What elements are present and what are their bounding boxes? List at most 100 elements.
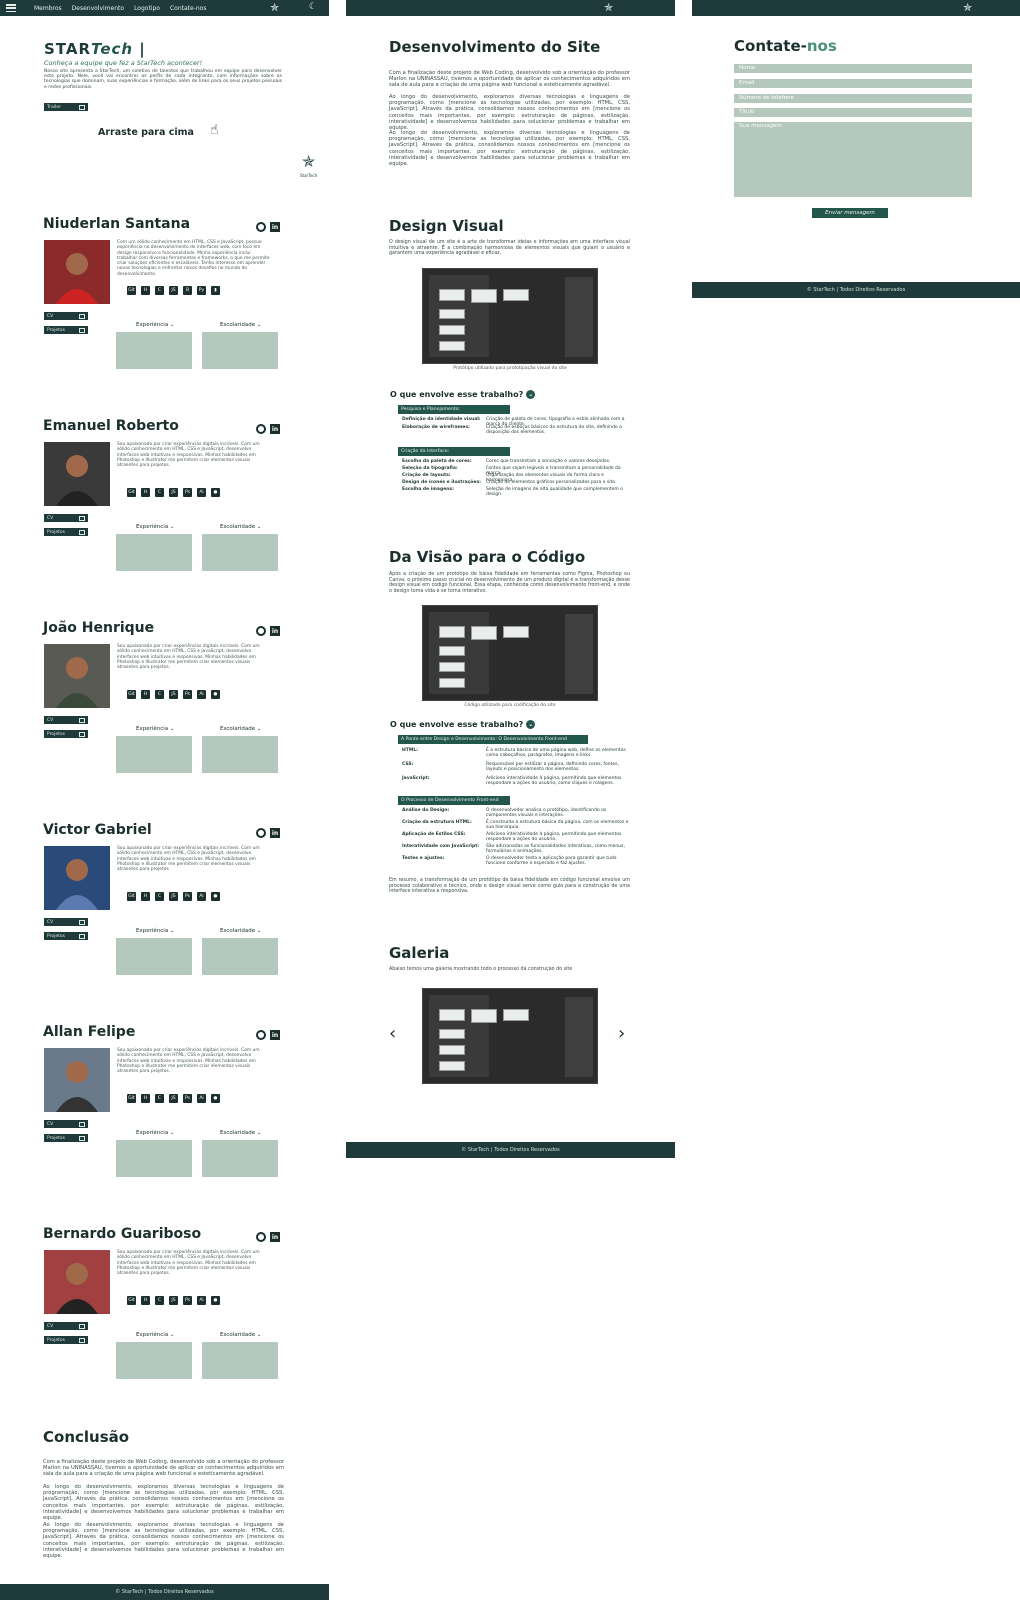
table-row: JavaScript: Adiciona interatividade à pág… [402,776,631,786]
projects-button[interactable]: Projetos [44,1336,88,1344]
table-row: Criação da estrutura HTML: É construída a… [402,820,631,830]
chevron-down-icon[interactable]: ⌄ [526,720,536,729]
cv-button[interactable]: CV [44,1120,88,1128]
star-logo-icon[interactable]: ✯ [270,1,279,14]
menu-icon[interactable] [6,4,16,12]
tech-icon: C [155,690,164,699]
row-key: Design de ícones e ilustrações: [402,480,481,485]
education-dropdown[interactable]: Escolaridade ⌄ [220,1130,262,1136]
projects-button[interactable]: Projetos [44,932,88,940]
projects-button[interactable]: Projetos [44,528,88,536]
nav-link-contact[interactable]: Contate-nos [170,5,207,12]
github-icon[interactable] [256,1030,266,1040]
education-dropdown[interactable]: Escolaridade ⌄ [220,928,262,934]
table-row: Design de ícones e ilustrações: Criação d… [402,480,631,485]
vision-question[interactable]: O que envolve esse trabalho? ⌄ [390,720,536,729]
design-question[interactable]: O que envolve esse trabalho? ⌄ [390,390,536,399]
education-box [202,534,278,571]
tech-icon: JS [169,286,178,295]
cv-button[interactable]: CV [44,514,88,522]
experience-box [116,534,192,571]
email-field[interactable]: Email [734,79,972,88]
nav-link-logo[interactable]: Logotipo [134,5,160,12]
member-avatar [44,442,110,506]
row-key: Criação da estrutura HTML: [402,820,472,825]
linkedin-icon[interactable]: in [270,626,280,636]
row-value: É construída a estrutura básica da págin… [486,820,629,830]
experience-box [116,736,192,773]
education-dropdown[interactable]: Escolaridade ⌄ [220,1332,262,1338]
gallery-prev-arrow-icon[interactable]: ‹ [389,1023,396,1044]
experience-dropdown[interactable]: Experiência ⌄ [136,322,175,328]
github-icon[interactable] [256,626,266,636]
tech-icon: Ai [197,690,206,699]
row-value: Seleção de imagens de alta qualidade que… [486,487,623,497]
cv-button[interactable]: CV [44,312,88,320]
experience-dropdown[interactable]: Experiência ⌄ [136,1130,175,1136]
table-row: HTML: É a estrutura básica de uma página … [402,748,631,758]
name-field[interactable]: Nome [734,64,972,73]
trailer-button[interactable]: Trailer [44,103,88,111]
education-dropdown[interactable]: Escolaridade ⌄ [220,524,262,530]
member-name: João Henrique [43,620,155,636]
github-icon[interactable] [256,222,266,232]
github-icon[interactable] [256,828,266,838]
row-key: CSS: [402,762,414,767]
row-value: São adicionadas as funcionalidades inter… [486,844,625,854]
cv-button[interactable]: CV [44,918,88,926]
education-dropdown[interactable]: Escolaridade ⌄ [220,726,262,732]
tech-icon: JS [169,1094,178,1103]
document-icon [79,717,85,723]
github-icon[interactable] [256,424,266,434]
gallery-next-arrow-icon[interactable]: › [618,1023,625,1044]
experience-box [116,332,192,369]
top-navbar: ✯ [346,0,675,16]
gallery-image [422,988,598,1084]
linkedin-icon[interactable]: in [270,828,280,838]
linkedin-icon[interactable]: in [270,1030,280,1040]
linkedin-icon[interactable]: in [270,424,280,434]
folder-icon [79,327,85,333]
row-value: O desenvolvedor analisa o protótipo, ide… [486,808,607,818]
nav-link-development[interactable]: Desenvolvimento [72,5,124,12]
dark-mode-moon-icon[interactable]: ☾ [309,2,317,12]
subject-field[interactable]: Título [734,108,972,117]
experience-box [116,938,192,975]
message-field[interactable]: Sua mensagem [734,122,972,197]
nav-link-members[interactable]: Membros [34,5,62,12]
member-avatar [44,240,110,304]
cv-button[interactable]: CV [44,1322,88,1330]
linkedin-icon[interactable]: in [270,222,280,232]
projects-button[interactable]: Projetos [44,326,88,334]
member-name: Emanuel Roberto [43,418,179,434]
projects-button[interactable]: Projetos [44,1134,88,1142]
linkedin-icon[interactable]: in [270,1232,280,1242]
row-key: Interatividade com JavaScript: [402,844,480,849]
dev-title: Desenvolvimento do Site [389,38,601,56]
tech-icon: Git [127,1296,136,1305]
projects-button[interactable]: Projetos [44,730,88,738]
hero-tagline: Conheça a equipe que fez a StarTech acon… [44,59,203,67]
conclusion-paragraph-3: Ao longo do desenvolvimento, exploramos … [43,1522,284,1560]
row-key: Análise do Design: [402,808,450,813]
tech-stack: Git H C JS Ps Ai ● [127,488,220,497]
phone-field[interactable]: Número de telefone [734,94,972,103]
education-dropdown[interactable]: Escolaridade ⌄ [220,322,262,328]
github-icon[interactable] [256,1232,266,1242]
row-key: JavaScript: [402,776,430,781]
experience-dropdown[interactable]: Experiência ⌄ [136,928,175,934]
document-icon [79,1323,85,1329]
cv-button[interactable]: CV [44,716,88,724]
star-logo-icon[interactable]: ✯ [963,1,972,14]
member-name: Victor Gabriel [43,822,152,838]
star-logo-icon[interactable]: ✯ [604,1,613,14]
tech-icon: ● [211,1094,220,1103]
experience-dropdown[interactable]: Experiência ⌄ [136,1332,175,1338]
chevron-down-icon[interactable]: ⌄ [526,390,536,399]
experience-dropdown[interactable]: Experiência ⌄ [136,726,175,732]
experience-dropdown[interactable]: Experiência ⌄ [136,524,175,530]
row-key: HTML: [402,748,418,753]
folder-icon [79,1337,85,1343]
conclusion-title: Conclusão [43,1428,130,1446]
send-message-button[interactable]: Enviar mensagem [812,208,888,218]
